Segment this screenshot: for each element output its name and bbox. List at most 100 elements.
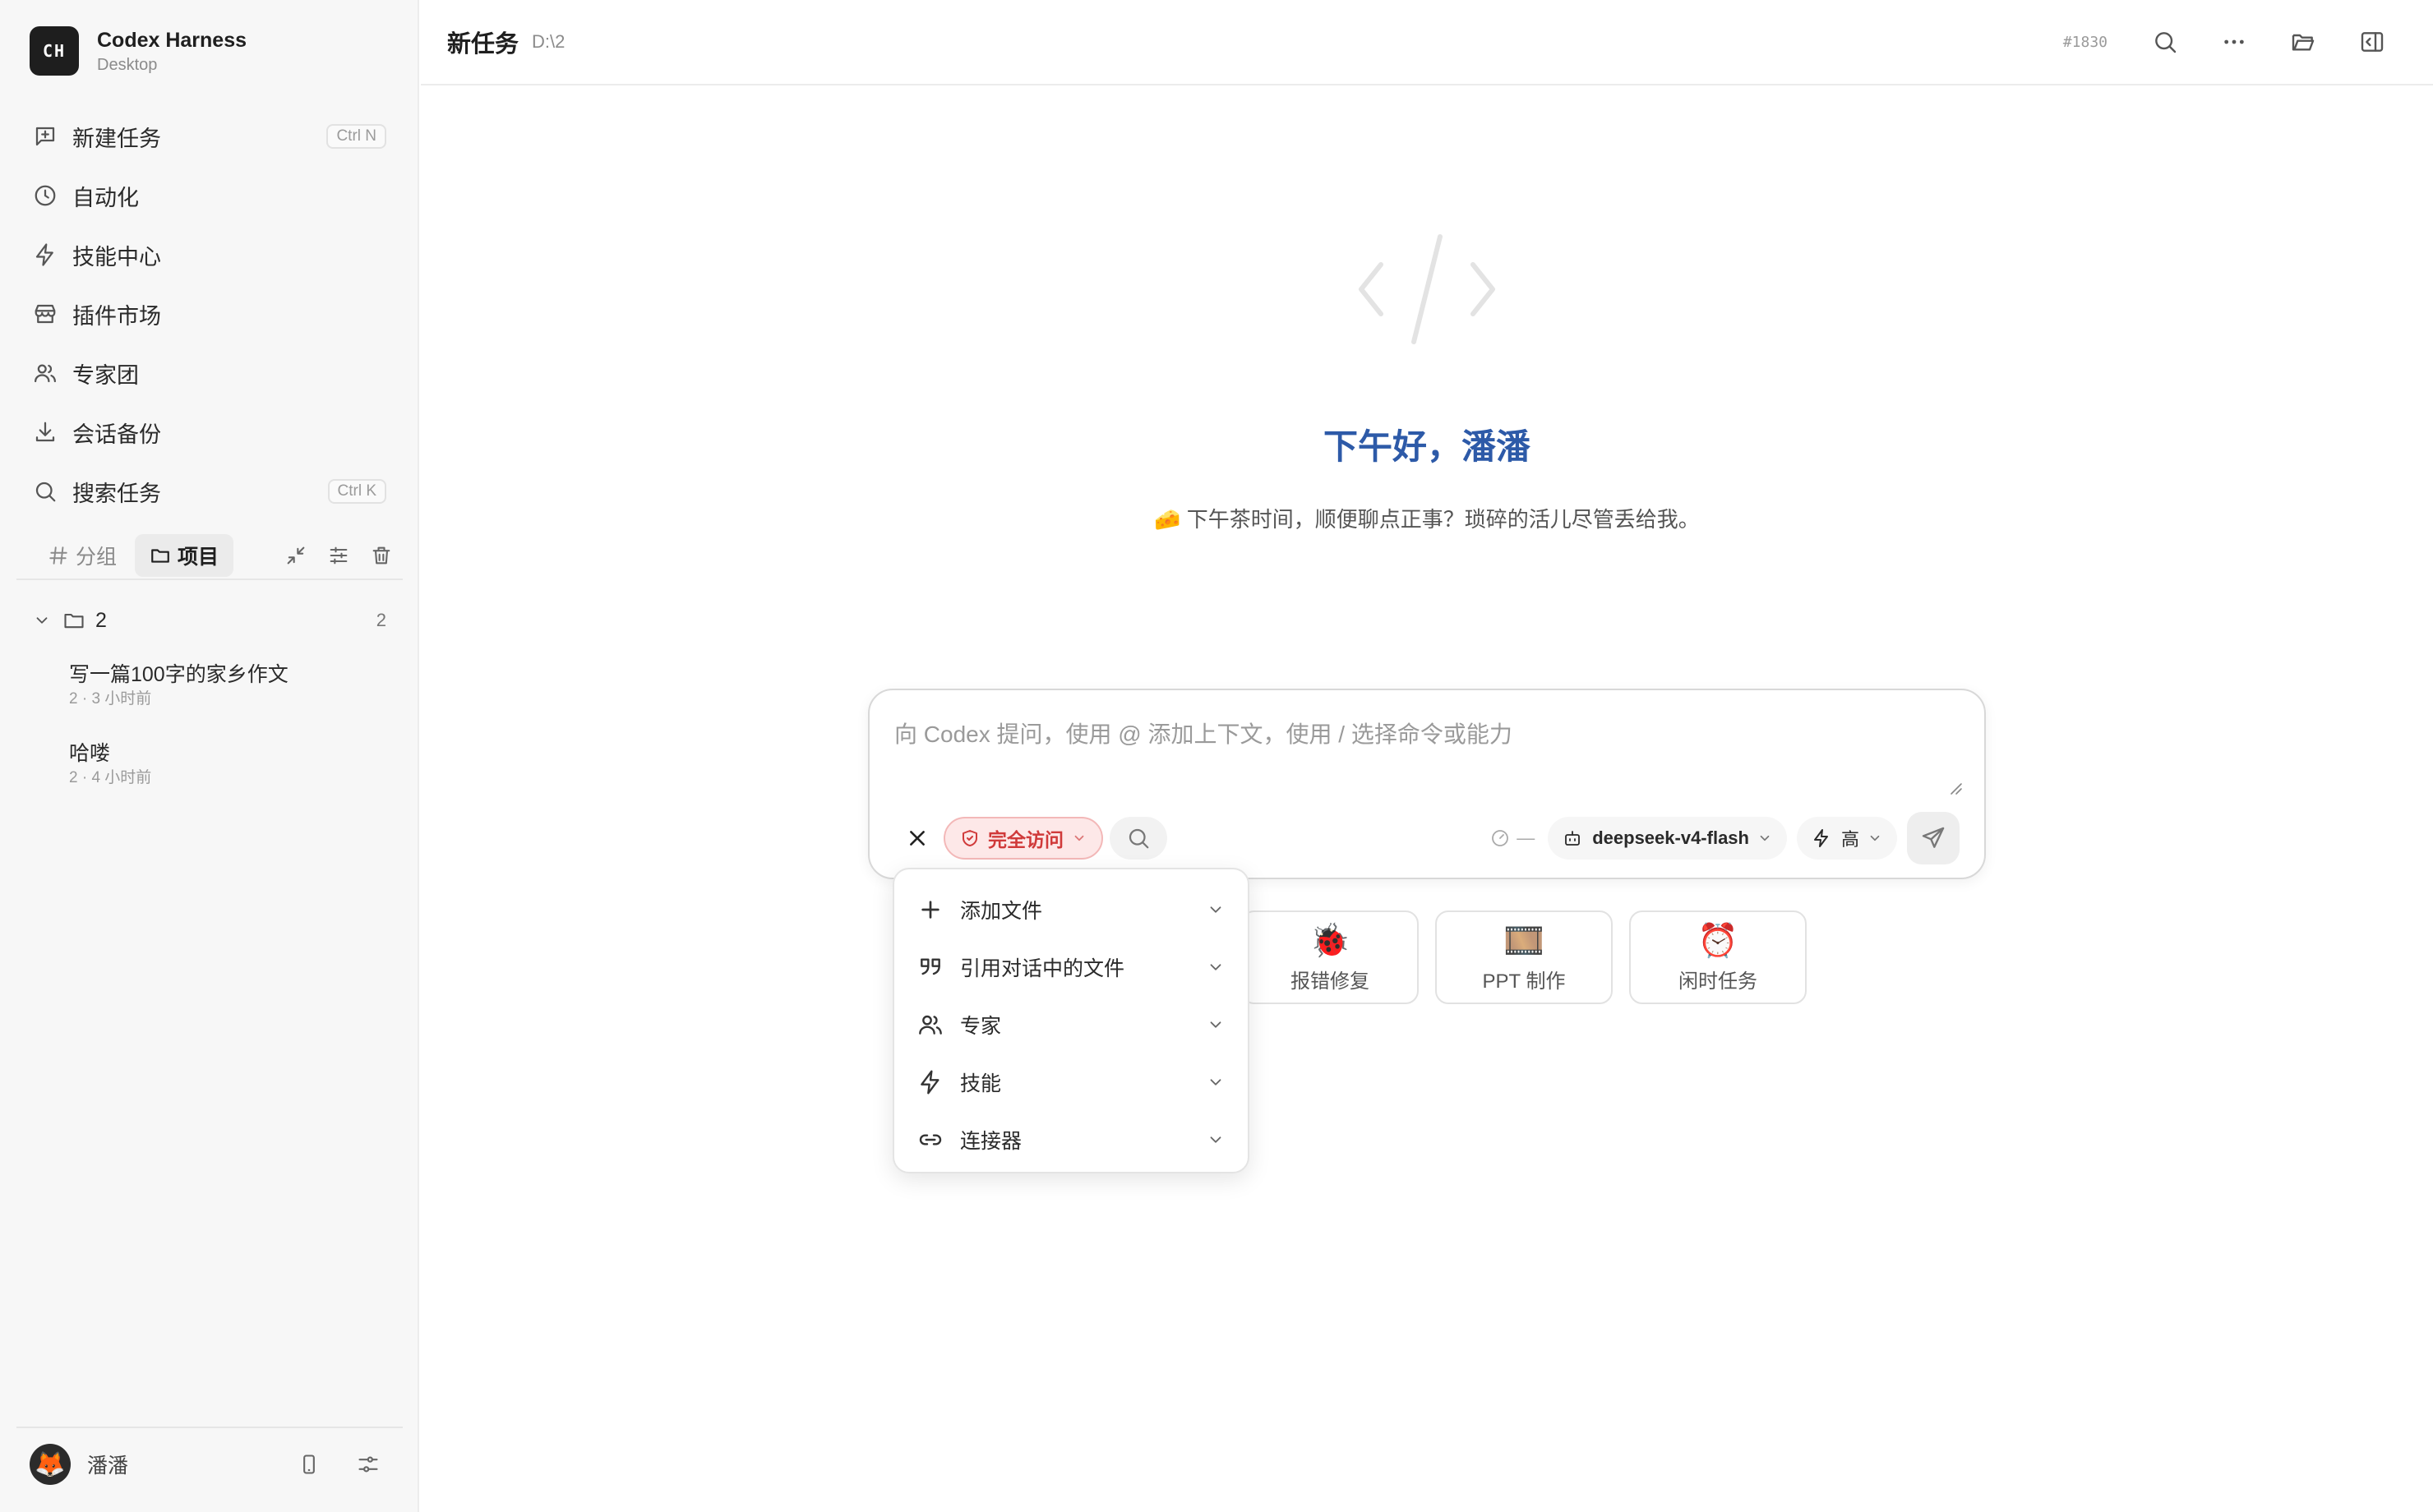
chevron-down-icon <box>1072 831 1087 846</box>
phone-icon <box>298 1453 321 1476</box>
collapse-button[interactable] <box>275 534 317 577</box>
lightning-icon <box>33 242 58 267</box>
menu-item-connectors[interactable]: 连接器 <box>894 1111 1248 1169</box>
composer-toolbar: 完全访问 — deepseek-v4-flash 高 <box>899 812 1960 864</box>
sidebar-item-label: 搜索任务 <box>72 481 161 506</box>
sidebar-item-plugins[interactable]: 插件市场 <box>16 284 403 343</box>
chevron-down-icon <box>1207 1073 1225 1091</box>
task-id: #1830 <box>2062 33 2108 51</box>
menu-item-label: 技能 <box>960 1072 1002 1095</box>
quick-action-label: PPT 制作 <box>1482 970 1566 993</box>
brand-subtitle: Desktop <box>97 56 158 74</box>
users-icon <box>33 361 58 385</box>
sidebar-item-automation[interactable]: 自动化 <box>16 166 403 225</box>
breadcrumb: D:\2 <box>532 31 566 52</box>
resize-handle-icon[interactable] <box>1948 781 1963 795</box>
close-icon <box>907 827 928 849</box>
shortcut-badge: Ctrl K <box>327 479 386 504</box>
prompt-input[interactable] <box>894 717 1955 799</box>
search-button[interactable] <box>2131 17 2200 67</box>
context-meter-value: — <box>1517 827 1535 848</box>
send-button[interactable] <box>1907 812 1960 864</box>
project-count: 2 <box>376 610 386 630</box>
sidebar-item-experts[interactable]: 专家团 <box>16 343 403 403</box>
hash-icon <box>48 545 69 566</box>
sidebar-item-search[interactable]: 搜索任务 Ctrl K <box>16 462 403 521</box>
project-folder-row[interactable]: 2 2 <box>33 600 386 641</box>
sidebar-item-label: 自动化 <box>72 185 139 210</box>
attach-menu: 添加文件 引用对话中的文件 专家 技能 连接器 <box>893 868 1249 1173</box>
settings-button[interactable] <box>347 1443 390 1486</box>
folder-open-icon <box>2290 29 2316 55</box>
list-item[interactable]: 哈喽 2 · 4 小时前 <box>69 740 398 789</box>
menu-item-skills[interactable]: 技能 <box>894 1053 1248 1111</box>
tab-label: 分组 <box>76 546 118 569</box>
toggle-panel-button[interactable] <box>2338 17 2407 67</box>
mobile-button[interactable] <box>288 1443 330 1486</box>
sidebar-tabs: 分组 项目 <box>33 532 403 579</box>
quick-action-bug-fix[interactable]: 🐞 报错修复 <box>1241 910 1419 1004</box>
sidebar-item-label: 专家团 <box>72 362 139 388</box>
quick-action-ppt[interactable]: 🎞️ PPT 制作 <box>1435 910 1613 1004</box>
bug-icon: 🐞 <box>1309 922 1350 959</box>
download-icon <box>33 420 58 445</box>
brand-logo: CH <box>30 26 79 76</box>
code-icon <box>1356 232 1498 347</box>
settings-icon <box>357 1453 380 1476</box>
sidebar-item-backup[interactable]: 会话备份 <box>16 403 403 462</box>
reasoning-effort-selector[interactable]: 高 <box>1796 817 1897 860</box>
access-mode-selector[interactable]: 完全访问 <box>944 817 1103 860</box>
project-name: 2 <box>95 608 107 632</box>
quote-icon <box>917 954 944 980</box>
task-title: 写一篇100字的家乡作文 <box>69 663 289 686</box>
shield-icon <box>960 828 980 848</box>
tab-project[interactable]: 项目 <box>135 534 234 577</box>
avatar[interactable]: 🦊 <box>30 1444 71 1485</box>
menu-item-quote-file[interactable]: 引用对话中的文件 <box>894 938 1248 996</box>
close-menu-button[interactable] <box>899 820 935 856</box>
delete-button[interactable] <box>360 534 403 577</box>
sidebar-item-skills[interactable]: 技能中心 <box>16 225 403 284</box>
new-task-icon <box>33 124 58 149</box>
robot-icon <box>1563 828 1582 848</box>
sidebar-item-label: 会话备份 <box>72 422 161 447</box>
menu-item-add-file[interactable]: 添加文件 <box>894 881 1248 938</box>
composer: 完全访问 — deepseek-v4-flash <box>868 689 1986 879</box>
clock-icon <box>33 183 58 208</box>
more-button[interactable] <box>2200 17 2269 67</box>
web-search-toggle[interactable] <box>1110 817 1167 860</box>
lightning-icon <box>917 1069 944 1095</box>
task-meta: 2 · 4 小时前 <box>69 769 152 786</box>
user-name: 潘潘 <box>87 1454 129 1477</box>
chevron-down-icon <box>1207 1131 1225 1149</box>
trash-icon <box>370 544 393 567</box>
menu-item-label: 专家 <box>960 1015 1002 1038</box>
link-icon <box>917 1127 944 1153</box>
menu-item-experts[interactable]: 专家 <box>894 996 1248 1053</box>
filter-button[interactable] <box>317 534 360 577</box>
folder-icon <box>62 609 85 632</box>
chevron-down-icon <box>1207 1016 1225 1034</box>
model-selector[interactable]: deepseek-v4-flash <box>1548 817 1787 860</box>
composer-right-controls: — deepseek-v4-flash 高 <box>1490 812 1960 864</box>
search-icon <box>2152 29 2178 55</box>
tab-group[interactable]: 分组 <box>33 534 132 577</box>
sidebar-item-label: 技能中心 <box>72 244 161 270</box>
panel-icon <box>2359 29 2385 55</box>
sidebar-item-new-task[interactable]: 新建任务 Ctrl N <box>16 107 403 166</box>
context-meter[interactable]: — <box>1490 827 1535 849</box>
open-folder-button[interactable] <box>2269 17 2338 67</box>
task-title: 哈喽 <box>69 742 111 765</box>
users-icon <box>917 1012 944 1038</box>
model-label: deepseek-v4-flash <box>1592 827 1749 848</box>
list-item[interactable]: 写一篇100字的家乡作文 2 · 3 小时前 <box>69 661 398 710</box>
film-icon: 🎞️ <box>1503 922 1544 959</box>
quick-action-idle-task[interactable]: ⏰ 闲时任务 <box>1629 910 1807 1004</box>
more-icon <box>2221 29 2247 55</box>
page-header: 新任务 D:\2 #1830 <box>421 0 2433 85</box>
header-actions: #1830 <box>2063 17 2407 67</box>
sidebar-divider <box>16 579 403 580</box>
sidebar: CH Codex Harness Desktop 新建任务 Ctrl N 自动化… <box>0 0 419 1512</box>
plus-icon <box>917 897 944 923</box>
menu-item-label: 引用对话中的文件 <box>960 957 1125 980</box>
